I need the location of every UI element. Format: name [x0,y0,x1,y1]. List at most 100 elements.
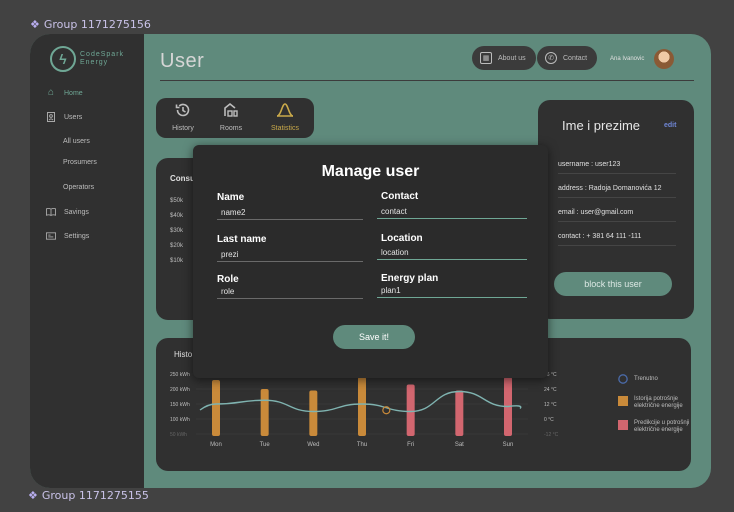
logo[interactable]: ϟ CodeSpark Energy [50,46,124,72]
legend-item-prediction: Predikcije u potrošnji električne energi… [618,420,710,434]
role-label: Role [217,274,239,285]
legend-label: Istorija potrošnje električne energije [634,396,683,409]
frame-label-text: Group 1171275156 [43,18,151,31]
tab-bar: History Rooms Statistics [156,98,314,138]
sidebar: ϟ CodeSpark Energy ⌂ Home Users All user… [30,34,144,488]
sidebar-item-label: Users [64,113,83,121]
x-tick-label: Mon [210,442,222,448]
manage-user-modal: Manage user Name Last name Role Contact … [193,145,548,378]
y-tick-label: 100 kWh [170,417,190,423]
consumption-title: Consu [170,174,195,183]
sidebar-subitem-prosumers[interactable]: Prosumers [63,159,97,166]
y-tick: $30k [170,228,184,234]
frame-label-text: Group 1171275155 [41,489,149,502]
lightning-logo-icon: ϟ [50,46,76,72]
profile-username: username : user123 [558,161,676,174]
brand-line2: Energy [80,59,109,66]
phone-icon: ✆ [545,52,557,64]
block-user-button[interactable]: block this user [554,272,672,296]
tab-history[interactable]: History [160,102,206,132]
y-tick-label: 150 kWh [170,402,190,408]
statistics-icon [276,102,294,123]
chart-bar [260,389,269,436]
current-user-name: Ana Ivanovic [610,56,645,62]
legend-label: Predikcije u potrošnji električne energi… [634,420,690,433]
chart-bar [212,380,220,436]
tab-label: Rooms [219,125,243,132]
legend-swatch [618,420,628,430]
profile-email: email : user@gmail.com [558,209,676,222]
x-tick-label: Thu [357,442,367,448]
y2-tick-label: 0 °C [544,417,554,423]
legend-item-current: Trenutno [618,374,658,384]
page-title: User [160,50,205,72]
y2-tick-label: -12 °C [544,432,559,438]
legend-swatch [618,396,628,406]
sidebar-item-home[interactable]: ⌂ Home [46,88,83,98]
sidebar-item-users[interactable]: Users [46,112,82,122]
about-us-label: About us [498,54,526,62]
sidebar-subitem-all-users[interactable]: All users [63,138,90,145]
energy-plan-field[interactable] [377,284,527,298]
y2-tick-label: 24 °C [544,387,557,393]
last-name-field[interactable] [217,248,363,262]
y-tick-label: 200 kWh [170,387,190,393]
location-field[interactable] [377,246,527,260]
book-icon [46,207,56,217]
profile-card: Ime i prezime edit username : user123 ad… [538,100,694,319]
y-tick-label: 50 kWh [170,432,187,438]
chart-bar [309,390,318,436]
sidebar-item-label: Home [64,89,83,97]
profile-name: Ime i prezime [562,118,641,133]
y-tick: $10k [170,258,184,264]
name-label: Name [217,192,245,203]
legend-item-history: Istorija potrošnje električne energije [618,396,704,410]
component-icon: ❖ [30,18,40,31]
last-name-label: Last name [217,234,267,245]
role-field[interactable] [217,285,363,299]
sidebar-item-label: Savings [64,208,89,216]
header-divider [160,80,694,81]
about-us-button[interactable]: ▦ About us [472,46,536,70]
tab-label: History [172,125,194,132]
contact-button[interactable]: ✆ Contact [537,46,598,70]
x-tick-label: Fri [407,442,414,448]
building-icon: ▦ [480,52,492,64]
contact-field[interactable] [377,205,527,219]
edit-profile-link[interactable]: edit [664,122,676,129]
tab-statistics[interactable]: Statistics [262,102,308,132]
brand-name: CodeSpark Energy [80,51,124,67]
legend-label: Trenutno [634,376,658,382]
energy-plan-label: Energy plan [381,273,439,284]
sidebar-item-savings[interactable]: Savings [46,207,89,217]
save-button[interactable]: Save it! [333,325,415,349]
settings-icon [46,231,56,241]
x-tick-label: Sat [455,442,464,448]
contact-label: Contact [563,54,588,62]
x-tick-label: Sun [503,442,514,448]
chart-bar [406,384,415,436]
location-label: Location [381,233,423,244]
y-tick: $50k [170,198,184,204]
rooms-icon [223,102,239,123]
y2-tick-label: 12 °C [544,402,557,408]
profile-address: address : Radoja Domanovića 12 [558,185,676,198]
x-tick-label: Wed [307,442,319,448]
sidebar-subitem-operators[interactable]: Operators [63,184,94,191]
home-icon: ⌂ [47,87,55,98]
user-icon [46,112,56,122]
modal-title: Manage user [321,163,420,180]
avatar[interactable] [654,49,674,69]
contact-label: Contact [381,191,419,202]
chart-bar [455,390,464,436]
circle-marker-icon [618,374,628,384]
tab-rooms[interactable]: Rooms [208,102,254,132]
frame-label-top: ❖ Group 1171275156 [30,18,151,31]
brand-line1: CodeSpark [80,51,125,58]
profile-contact: contact : + 381 64 111 -111 [558,233,676,246]
name-field[interactable] [217,206,363,220]
chart-bar [358,377,366,436]
sidebar-item-label: Settings [64,232,90,240]
y-tick: $20k [170,243,184,249]
sidebar-item-settings[interactable]: Settings [46,231,89,241]
